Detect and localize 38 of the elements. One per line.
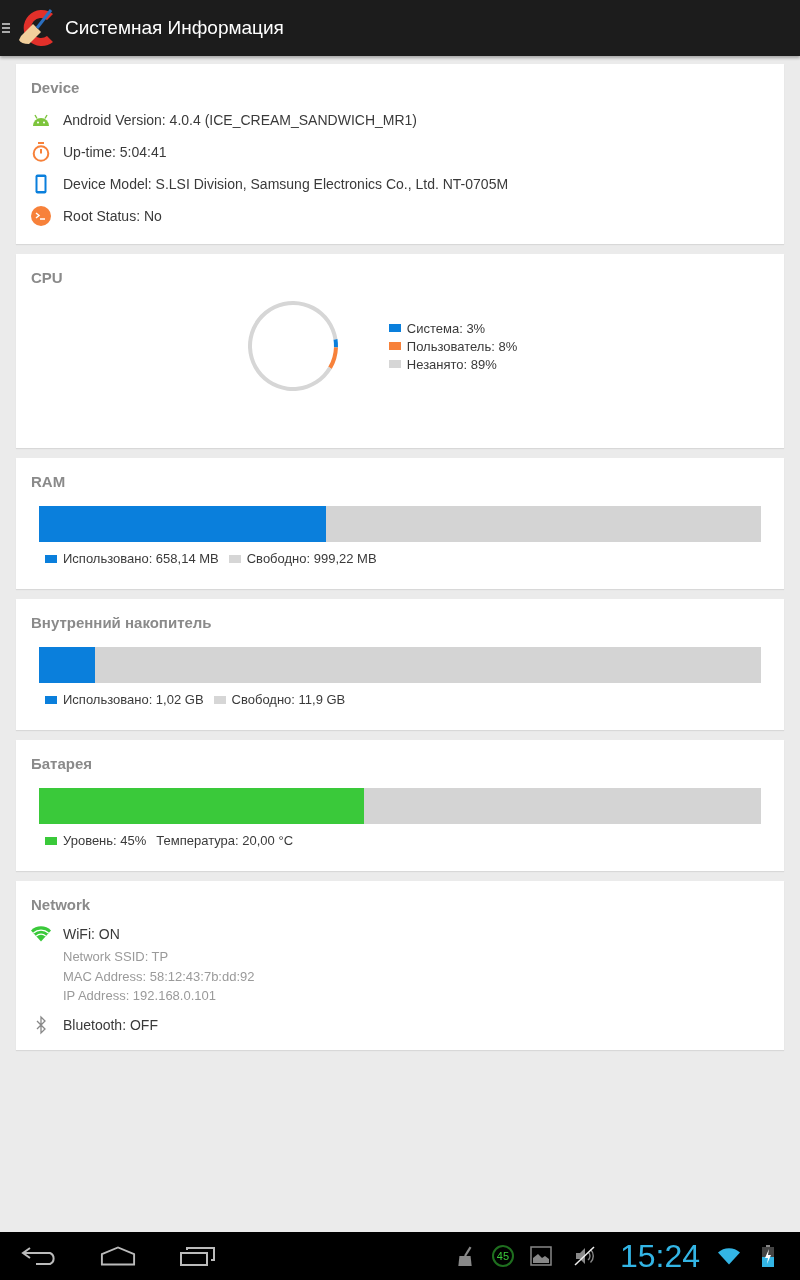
muted-speaker-icon [573,1246,596,1266]
info-text: Android Version: 4.0.4 (ICE_CREAM_SANDWICH_MR1) [63,112,417,128]
recent-apps-icon[interactable] [180,1245,216,1267]
wifi-icon [718,1246,740,1266]
card-title: Device [31,79,81,96]
card-title: Network [31,896,92,913]
notification-badge: 45 [491,1245,514,1267]
terminal-icon [31,206,51,226]
clock: 15:24 [619,1237,700,1275]
wifi-icon [31,924,51,944]
back-icon[interactable] [20,1245,56,1267]
legend-label: Использовано: 658,14 MB [63,551,219,566]
info-text: WiFi: ON [63,926,120,942]
card-title: RAM [31,473,67,490]
network-detail: Network SSID: TP [63,948,170,966]
card-title: Внутренний накопитель [31,614,213,631]
image-icon [529,1246,552,1266]
legend-label: Свободно: 999,22 MB [246,551,377,566]
info-text: Bluetooth: OFF [63,1016,158,1033]
info-text: Device Model: S.LSI Division, Samsung Electronics Co., Ltd. NT-0705M [63,176,509,192]
legend-label: Система: 3% [406,320,486,336]
card-title: Батарея [31,755,94,772]
app-title: Системная Информация [65,17,284,39]
network-detail: MAC Address: 58:12:43:7b:dd:92 [63,967,256,986]
info-text: Root Status: No [63,208,162,224]
menu-icon[interactable] [2,22,10,34]
battery-charging-icon [762,1245,774,1267]
legend-label: Температура: 20,00 °C [156,833,294,848]
card-title: CPU [31,269,64,286]
network-detail: IP Address: 192.168.0.101 [63,987,217,1005]
legend-label: Пользователь: 8% [406,338,518,354]
legend-label: Использовано: 1,02 GB [63,692,204,707]
legend-label: Уровень: 45% [63,833,147,848]
stopwatch-icon [31,142,51,162]
legend-label: Свободно: 11,9 GB [231,692,346,707]
home-icon[interactable] [100,1245,136,1267]
legend-label: Незанято: 89% [406,356,497,372]
info-text: Up-time: 5:04:41 [63,144,167,160]
